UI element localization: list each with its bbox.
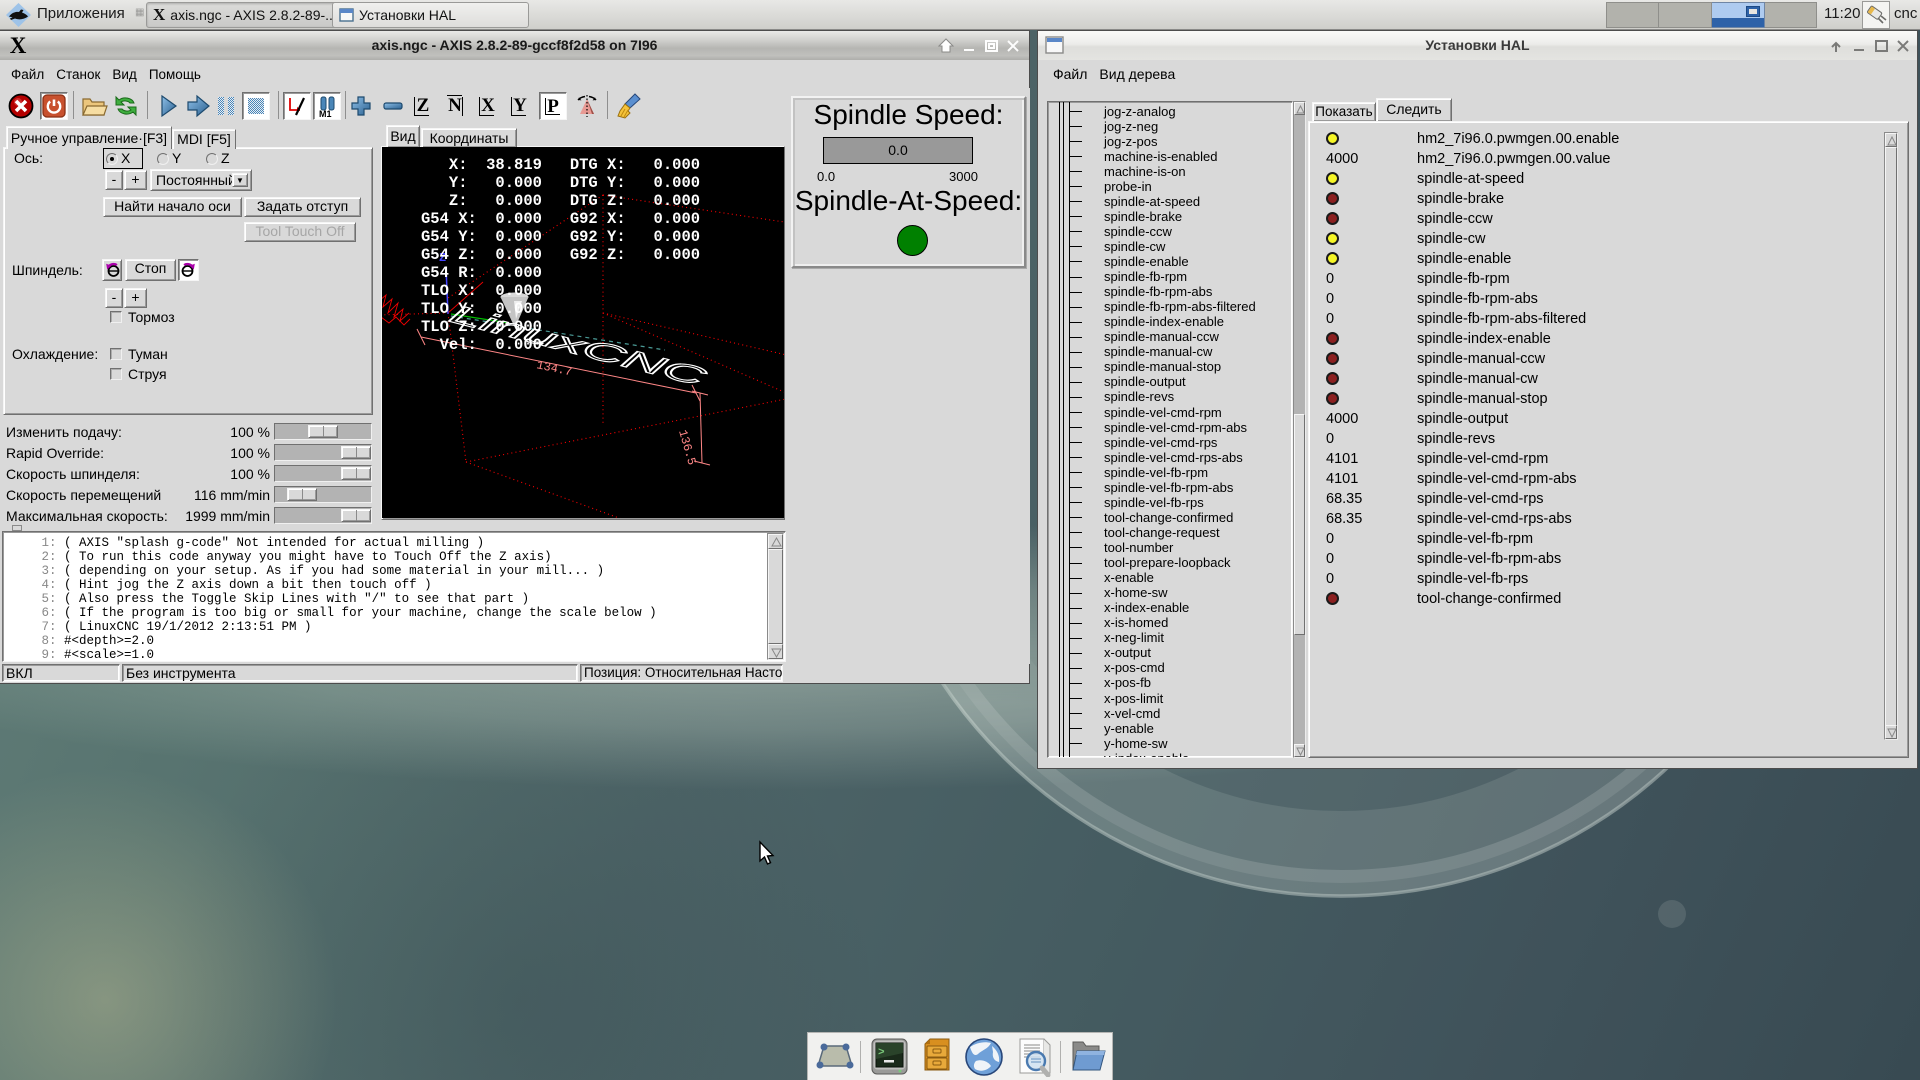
svg-text:134.7: 134.7 <box>535 358 573 379</box>
svg-text:M1: M1 <box>319 109 332 119</box>
svg-text:>: > <box>878 1047 885 1059</box>
svg-text:136.5: 136.5 <box>675 428 698 466</box>
